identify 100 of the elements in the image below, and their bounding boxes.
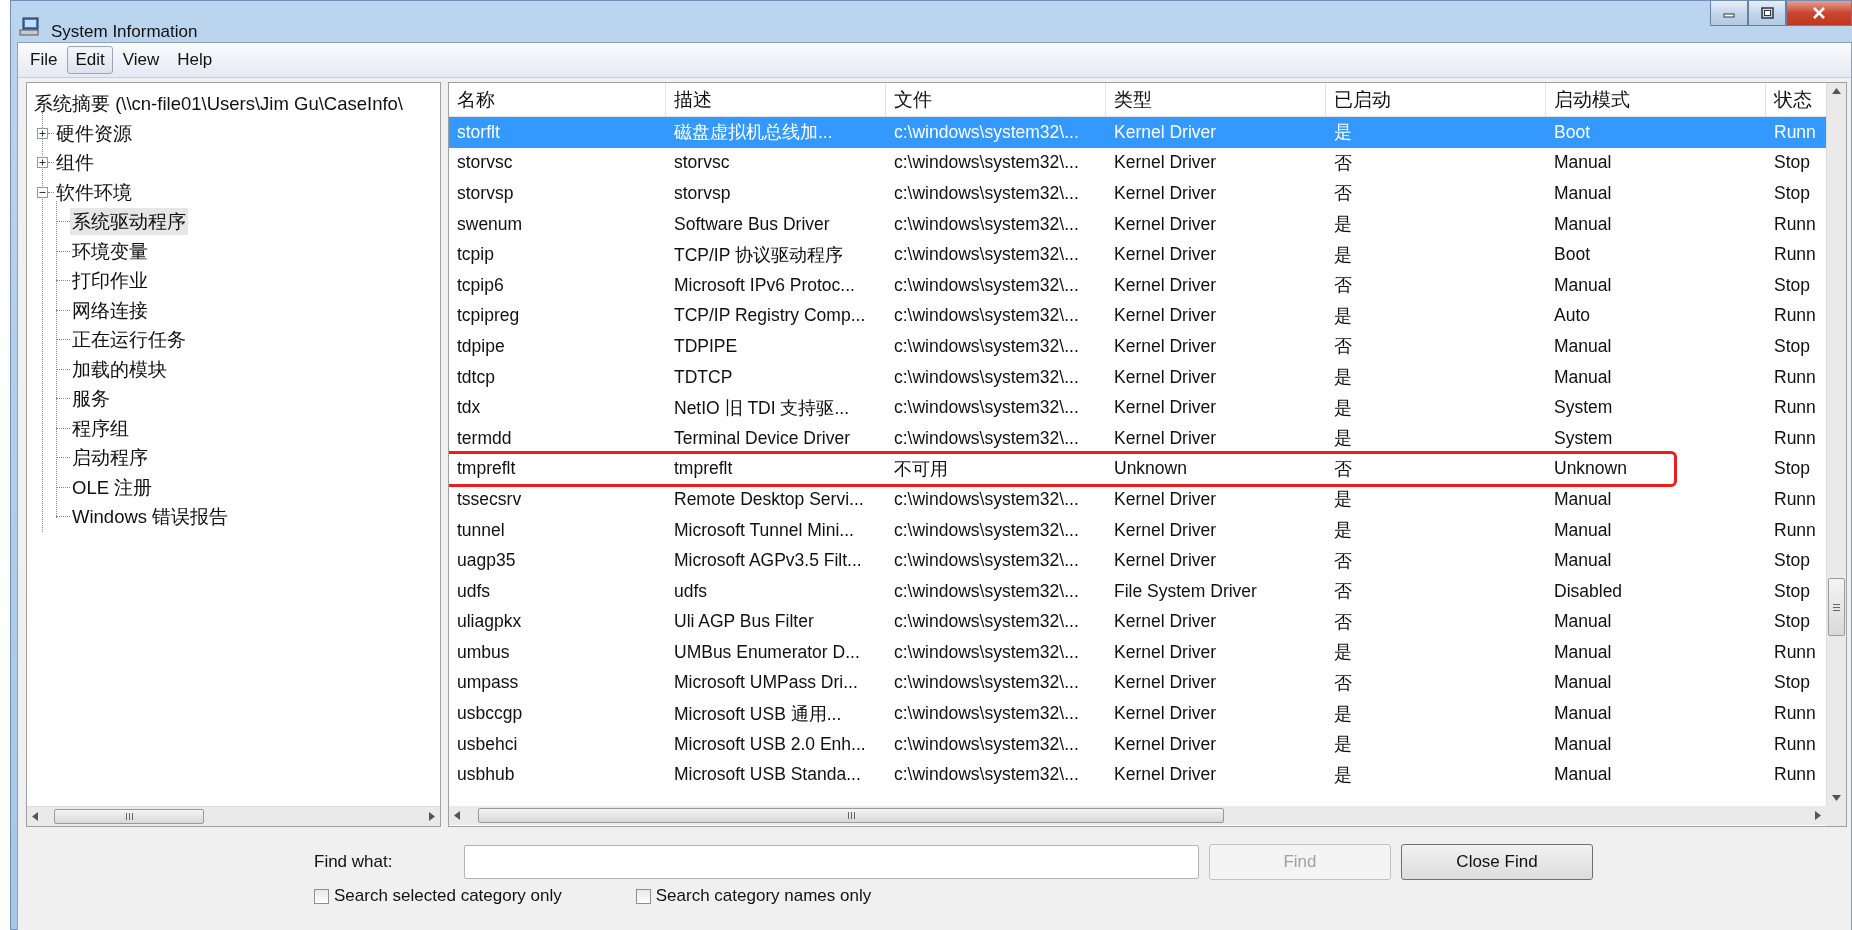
tree-item[interactable]: 组件 bbox=[54, 149, 96, 177]
menu-item[interactable]: Help bbox=[169, 46, 221, 74]
table-cell-text: udfs bbox=[673, 579, 709, 603]
table-cell-text: Terminal Device Driver bbox=[673, 426, 851, 450]
tree-item[interactable]: 服务 bbox=[70, 385, 112, 413]
table-cell-text: Microsoft IPv6 Protoc... bbox=[673, 273, 856, 297]
scrollbar-thumb[interactable] bbox=[54, 809, 204, 824]
table-row[interactable]: usbhub Microsoft USB Standa... c:\windows\system32\... Kernel Driver 是 Manual Runn bbox=[449, 759, 1826, 791]
table-cell-text: Microsoft Tunnel Mini... bbox=[673, 518, 855, 542]
table-row[interactable]: tcpipreg TCP/IP Registry Comp... c:\windows\system32\... Kernel Driver 是 Auto Runn bbox=[449, 300, 1826, 332]
tree-item[interactable]: 环境变量 bbox=[70, 237, 150, 265]
table-cell-text: Stop bbox=[1773, 610, 1811, 634]
table-row[interactable]: storvsc storvsc c:\windows\system32\... Kernel Driver 否 Manual Stop bbox=[449, 147, 1826, 179]
table-cell-text: Manual bbox=[1553, 732, 1613, 756]
action-button[interactable]: Close Find bbox=[1401, 844, 1593, 880]
table-row[interactable]: umpass Microsoft UMPass Dri... c:\windows\system32\... Kernel Driver 否 Manual Stop bbox=[449, 667, 1826, 699]
table-cell-text: Manual bbox=[1553, 487, 1613, 511]
table-row[interactable]: tdtcp TDTCP c:\windows\system32\... Kernel Driver 是 Manual Runn bbox=[449, 361, 1826, 393]
table-cell-text: c:\windows\system32\... bbox=[893, 182, 1080, 205]
scrollbar[interactable] bbox=[27, 806, 440, 826]
table-cell-text: 是 bbox=[1333, 304, 1353, 328]
table-cell-text: Runn bbox=[1773, 518, 1817, 542]
tree-item[interactable]: 正在运行任务 bbox=[70, 326, 188, 354]
table-cell-text: 否 bbox=[1333, 549, 1353, 573]
table-cell-text: Runn bbox=[1773, 396, 1817, 420]
table-cell-text: c:\windows\system32\... bbox=[893, 334, 1080, 358]
scrollbar[interactable] bbox=[1826, 83, 1846, 806]
table-row[interactable]: tmpreflt tmpreflt 不可用 Unknown 否 Unknown Stop bbox=[449, 453, 1826, 485]
table-cell-text: Manual bbox=[1553, 212, 1613, 236]
table-cell-text: Kernel Driver bbox=[1113, 334, 1218, 358]
table-cell-text: umpass bbox=[456, 671, 520, 695]
table-row[interactable]: uliagpkx Uli AGP Bus Filter c:\windows\system32\... Kernel Driver 否 Manual Stop bbox=[449, 606, 1826, 638]
expand-icon[interactable] bbox=[37, 157, 48, 169]
table-cell-text: Kernel Driver bbox=[1113, 702, 1218, 726]
table-cell-text: Kernel Driver bbox=[1113, 273, 1218, 297]
table-row[interactable]: storvsp storvsp c:\windows\system32\... Kernel Driver 否 Manual Stop bbox=[449, 178, 1826, 209]
table-row[interactable]: tcpip TCP/IP 协议驱动程序 c:\windows\system32\... Kernel Driver 是 Boot Runn bbox=[449, 239, 1826, 270]
table-cell-text: tcpipreg bbox=[456, 304, 521, 328]
grip-icon bbox=[846, 811, 856, 820]
collapse-icon[interactable] bbox=[37, 186, 48, 198]
table-cell-text: storvsc bbox=[456, 151, 514, 175]
menu-item[interactable]: File bbox=[22, 46, 66, 74]
table-row[interactable]: udfs udfs c:\windows\system32\... File System Driver 否 Disabled Stop bbox=[449, 575, 1826, 607]
tree-item[interactable]: 硬件资源 bbox=[54, 119, 134, 147]
table-row[interactable]: tdx NetIO 旧 TDI 支持驱... c:\windows\system32\... Kernel Driver 是 System Runn bbox=[449, 392, 1826, 423]
table-cell-text: Disabled bbox=[1553, 579, 1624, 603]
table-row[interactable]: usbccgp Microsoft USB 通用... c:\windows\system32\... Kernel Driver 是 Manual Runn bbox=[449, 698, 1826, 729]
table-row[interactable]: usbehci Microsoft USB 2.0 Enh... c:\windows\system32\... Kernel Driver 是 Manual Runn bbox=[449, 728, 1826, 760]
table-cell-text: 否 bbox=[1333, 151, 1353, 175]
tree-item[interactable]: 系统摘要 (\\cn-file01\Users\Jim Gu\CaseInfo\ bbox=[32, 90, 405, 118]
tree-item[interactable]: 程序组 bbox=[70, 414, 131, 442]
menu-item[interactable]: View bbox=[114, 46, 168, 74]
tree-item[interactable]: Windows 错误报告 bbox=[70, 503, 231, 531]
table-cell-text: Manual bbox=[1553, 702, 1613, 726]
table-cell-text: swenum bbox=[456, 212, 524, 236]
table-cell-text: 否 bbox=[1333, 182, 1353, 206]
tree-item[interactable]: 打印作业 bbox=[70, 267, 150, 295]
checkbox[interactable]: Search category names only bbox=[635, 886, 872, 906]
table-cell-text: c:\windows\system32\... bbox=[893, 763, 1080, 787]
table-row[interactable]: termdd Terminal Device Driver c:\windows\system32\... Kernel Driver 是 System Runn bbox=[449, 422, 1826, 454]
table-row[interactable]: swenum Software Bus Driver c:\windows\system32\... Kernel Driver 是 Manual Runn bbox=[449, 208, 1826, 240]
table-cell-text: Kernel Driver bbox=[1113, 151, 1218, 175]
table-row[interactable]: tcpip6 Microsoft IPv6 Protoc... c:\windows\system32\... Kernel Driver 否 Manual Stop bbox=[449, 269, 1826, 301]
tree-item[interactable]: 软件环境 bbox=[54, 178, 134, 206]
expand-icon[interactable] bbox=[37, 127, 48, 139]
table-row[interactable]: tdpipe TDPIPE c:\windows\system32\... Kernel Driver 否 Manual Stop bbox=[449, 331, 1826, 362]
table-cell-text: NetIO 旧 TDI 支持驱... bbox=[673, 396, 851, 420]
table-cell-text: System bbox=[1553, 426, 1614, 450]
table-cell-text: c:\windows\system32\... bbox=[893, 579, 1080, 603]
table-row[interactable]: umbus UMBus Enumerator D... c:\windows\system32\... Kernel Driver 是 Manual Runn bbox=[449, 637, 1826, 668]
table-cell-text: TCP/IP Registry Comp... bbox=[673, 304, 867, 328]
table-cell-text: Runn bbox=[1773, 763, 1817, 787]
menu-item[interactable]: Edit bbox=[67, 46, 113, 74]
table-row[interactable]: uagp35 Microsoft AGPv3.5 Filt... c:\windows\system32\... Kernel Driver 否 Manual Stop bbox=[449, 545, 1826, 576]
checkbox[interactable]: Search selected category only bbox=[314, 886, 562, 906]
table-cell-text: Manual bbox=[1553, 273, 1613, 297]
table-row[interactable]: tssecsrv Remote Desktop Servi... c:\windows\system32\... Kernel Driver 是 Manual Runn bbox=[449, 484, 1826, 515]
tree-item[interactable]: OLE 注册 bbox=[70, 473, 155, 501]
maximize-button[interactable] bbox=[1748, 1, 1786, 26]
minimize-button[interactable] bbox=[1710, 1, 1748, 26]
table-cell-text: Kernel Driver bbox=[1113, 671, 1218, 695]
tree-item[interactable]: 网络连接 bbox=[70, 296, 150, 324]
table-cell-text: Uli AGP Bus Filter bbox=[673, 610, 815, 634]
table-cell-text: Stop bbox=[1773, 549, 1811, 573]
table-cell-text: 是 bbox=[1333, 519, 1353, 542]
table-cell-text: UMBus Enumerator D... bbox=[673, 640, 861, 664]
tree-item[interactable]: 启动程序 bbox=[70, 444, 150, 472]
tree-item[interactable]: 系统驱动程序 bbox=[70, 208, 188, 236]
table-cell-text: Stop bbox=[1773, 334, 1811, 358]
scrollbar-thumb[interactable] bbox=[1828, 578, 1845, 636]
table-cell-text: 是 bbox=[1333, 763, 1353, 787]
close-button[interactable] bbox=[1786, 1, 1852, 26]
tree-item[interactable]: 加载的模块 bbox=[70, 355, 169, 383]
table-cell-text: Manual bbox=[1553, 610, 1613, 634]
table-cell-text: Runn bbox=[1773, 426, 1817, 450]
scrollbar-thumb[interactable] bbox=[478, 808, 1224, 823]
scrollbar[interactable] bbox=[449, 806, 1826, 825]
table-row[interactable]: tunnel Microsoft Tunnel Mini... c:\windows\system32\... Kernel Driver 是 Manual Runn bbox=[449, 514, 1826, 546]
find-input-field[interactable] bbox=[464, 845, 1199, 879]
table-cell-text: Kernel Driver bbox=[1113, 732, 1218, 756]
